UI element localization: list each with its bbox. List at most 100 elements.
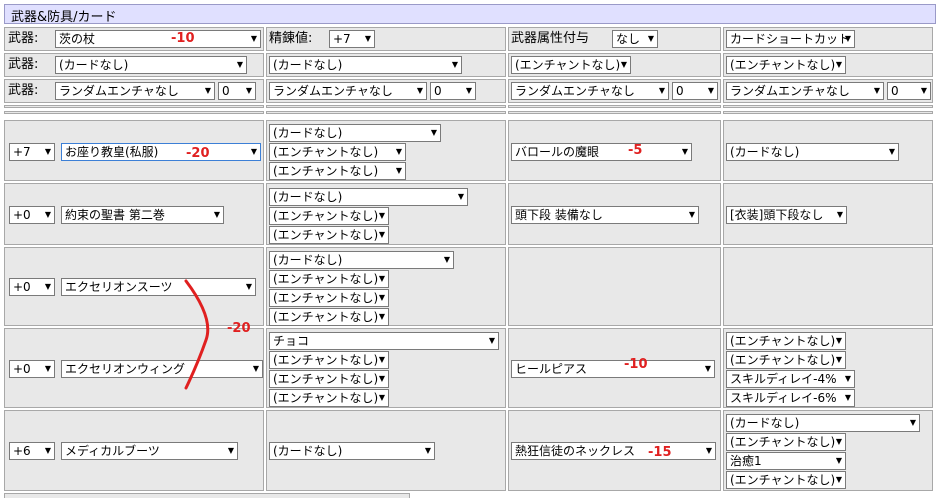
armor-refine-select-3[interactable]: +0 (9, 278, 55, 296)
weapon-label: 武器: (8, 31, 39, 46)
empty-cell (508, 247, 721, 326)
accessory-enchant-select-1c[interactable]: スキルディレイ-4% (726, 370, 855, 388)
costume-low-cell: [衣装]頭下段なし (723, 183, 933, 245)
annotation-mark: -15 (648, 445, 672, 460)
headgear-mid-select[interactable]: バロールの魔眼 (511, 143, 692, 161)
accessory-select-2[interactable]: 熱狂信徒のネックレス (511, 442, 716, 460)
armor-card-select-5[interactable]: (カードなし) (269, 442, 435, 460)
armor-enchant-select-3b[interactable]: (エンチャントなし) (269, 289, 389, 307)
armor-cell-1: +7 お座り教皇(私服) (4, 120, 264, 181)
armor-enchant-select-3c[interactable]: (エンチャントなし) (269, 308, 389, 326)
armor-item-select-5[interactable]: メディカルブーツ (61, 442, 238, 460)
headgear-low-cell: 頭下段 装備なし (508, 183, 721, 245)
headgear-mid-card-cell: (カードなし) (723, 120, 933, 181)
armor-card-select-3[interactable]: (カードなし) (269, 251, 454, 269)
armor-card-select-2[interactable]: (カードなし) (269, 188, 468, 206)
accessory-cell-1: ヒールピアス (508, 328, 721, 408)
headgear-mid-card-select[interactable]: (カードなし) (726, 143, 899, 161)
armor-card-cell-2: (カードなし) (エンチャントなし) (エンチャントなし) (266, 183, 506, 245)
weapon-enchant-select-2[interactable]: (エンチャントなし) (726, 56, 846, 74)
armor-refine-select-4[interactable]: +0 (9, 360, 55, 378)
annotation-mark: -10 (624, 357, 648, 372)
armor-card-select-1[interactable]: (カードなし) (269, 124, 441, 142)
random-enchant-select-2[interactable]: ランダムエンチャなし (269, 82, 427, 100)
refine-label: 精錬値: (269, 31, 313, 46)
armor-card-select-4[interactable]: チョコ (269, 332, 499, 350)
armor-card-cell-1: (カードなし) (エンチャントなし) (エンチャントなし) (266, 120, 506, 181)
armor-refine-select-5[interactable]: +6 (9, 442, 55, 460)
armor-enchant-select-4c[interactable]: (エンチャントなし) (269, 389, 389, 407)
headgear-mid-cell: バロールの魔眼 (508, 120, 721, 181)
random-enchant-level-4[interactable]: 0 (887, 82, 931, 100)
random-enchant-level-3[interactable]: 0 (672, 82, 718, 100)
armor-enchant-select-3a[interactable]: (エンチャントなし) (269, 270, 389, 288)
bottom-bar (4, 493, 410, 498)
random-enchant-select-4[interactable]: ランダムエンチャなし (726, 82, 884, 100)
armor-item-select-1[interactable]: お座り教皇(私服) (61, 143, 261, 161)
random-enchant-level-1[interactable]: 0 (218, 82, 256, 100)
armor-enchant-select-4b[interactable]: (エンチャントなし) (269, 370, 389, 388)
refine-select[interactable]: +7 (329, 30, 375, 48)
section-title: 武器&防具/カード (4, 4, 936, 25)
armor-enchant-select-2b[interactable]: (エンチャントなし) (269, 226, 389, 244)
spacer-bar (4, 111, 264, 114)
weapon-enchant-cell-1: (エンチャントなし) (508, 53, 721, 77)
weapon-card-select-1[interactable]: (カードなし) (55, 56, 247, 74)
armor-cell-4: +0 エクセリオンウィング (4, 328, 264, 408)
refine-cell: 精錬値: +7 (266, 27, 506, 51)
annotation-mark: -5 (628, 143, 643, 158)
accessory-enchant-cell-1: (エンチャントなし) (エンチャントなし) スキルディレイ-4% スキルディレイ… (723, 328, 933, 408)
accessory-enchant-select-1a[interactable]: (エンチャントなし) (726, 332, 846, 350)
armor-card-cell-3: (カードなし) (エンチャントなし) (エンチャントなし) (エンチャントなし) (266, 247, 506, 326)
spacer-bar (723, 111, 933, 114)
spacer-bar (508, 105, 721, 108)
card-shortcut-select[interactable]: カードショートカット (726, 30, 855, 48)
armor-card-cell-5: (カードなし) (266, 410, 506, 491)
armor-enchant-select-4a[interactable]: (エンチャントなし) (269, 351, 389, 369)
weapon-card-cell-2: (カードなし) (266, 53, 506, 77)
costume-low-select[interactable]: [衣装]頭下段なし (726, 206, 847, 224)
accessory-enchant-select-2b[interactable]: 治癒1 (726, 452, 846, 470)
armor-item-select-4[interactable]: エクセリオンウィング (61, 360, 263, 378)
accessory-enchant-select-1d[interactable]: スキルディレイ-6% (726, 389, 855, 407)
armor-item-select-2[interactable]: 約束の聖書 第二巻 (61, 206, 224, 224)
spacer-bar (266, 111, 506, 114)
armor-enchant-select-1a[interactable]: (エンチャントなし) (269, 143, 406, 161)
spacer-bar (4, 105, 264, 108)
random-enchant-cell-4: ランダムエンチャなし 0 (723, 79, 933, 103)
weapon-label: 武器: (8, 83, 39, 98)
armor-refine-select-2[interactable]: +0 (9, 206, 55, 224)
random-enchant-cell-1: 武器: ランダムエンチャなし 0 (4, 79, 264, 103)
random-enchant-select-1[interactable]: ランダムエンチャなし (55, 82, 215, 100)
random-enchant-select-3[interactable]: ランダムエンチャなし (511, 82, 669, 100)
weapon-enchant-select-1[interactable]: (エンチャントなし) (511, 56, 631, 74)
annotation-mark: -20 (227, 321, 251, 336)
spacer-bar (266, 105, 506, 108)
accessory-select-1[interactable]: ヒールピアス (511, 360, 715, 378)
random-enchant-cell-3: ランダムエンチャなし 0 (508, 79, 721, 103)
weapon-card-select-2[interactable]: (カードなし) (269, 56, 462, 74)
accessory-enchant-select-1b[interactable]: (エンチャントなし) (726, 351, 846, 369)
weapon-cell: 武器: 茨の杖 (4, 27, 264, 51)
element-select[interactable]: なし (612, 30, 658, 48)
armor-cell-3: +0 エクセリオンスーツ (4, 247, 264, 326)
headgear-low-select[interactable]: 頭下段 装備なし (511, 206, 699, 224)
accessory-enchant-select-2c[interactable]: (エンチャントなし) (726, 471, 846, 489)
weapon-card-cell: 武器: (カードなし) (4, 53, 264, 77)
weapon-enchant-cell-2: (エンチャントなし) (723, 53, 933, 77)
accessory-enchant-cell-2: (カードなし) (エンチャントなし) 治癒1 (エンチャントなし) (723, 410, 933, 491)
armor-cell-5: +6 メディカルブーツ (4, 410, 264, 491)
empty-cell (723, 247, 933, 326)
spacer-bar (723, 105, 933, 108)
weapon-select[interactable]: 茨の杖 (55, 30, 261, 48)
weapon-label: 武器: (8, 57, 39, 72)
armor-refine-select-1[interactable]: +7 (9, 143, 55, 161)
random-enchant-level-2[interactable]: 0 (430, 82, 476, 100)
armor-item-select-3[interactable]: エクセリオンスーツ (61, 278, 256, 296)
armor-enchant-select-1b[interactable]: (エンチャントなし) (269, 162, 406, 180)
shortcut-cell: カードショートカット (723, 27, 933, 51)
armor-cell-2: +0 約束の聖書 第二巻 (4, 183, 264, 245)
armor-enchant-select-2a[interactable]: (エンチャントなし) (269, 207, 389, 225)
accessory-enchant-select-2a[interactable]: (エンチャントなし) (726, 433, 846, 451)
accessory-card-select-2[interactable]: (カードなし) (726, 414, 920, 432)
